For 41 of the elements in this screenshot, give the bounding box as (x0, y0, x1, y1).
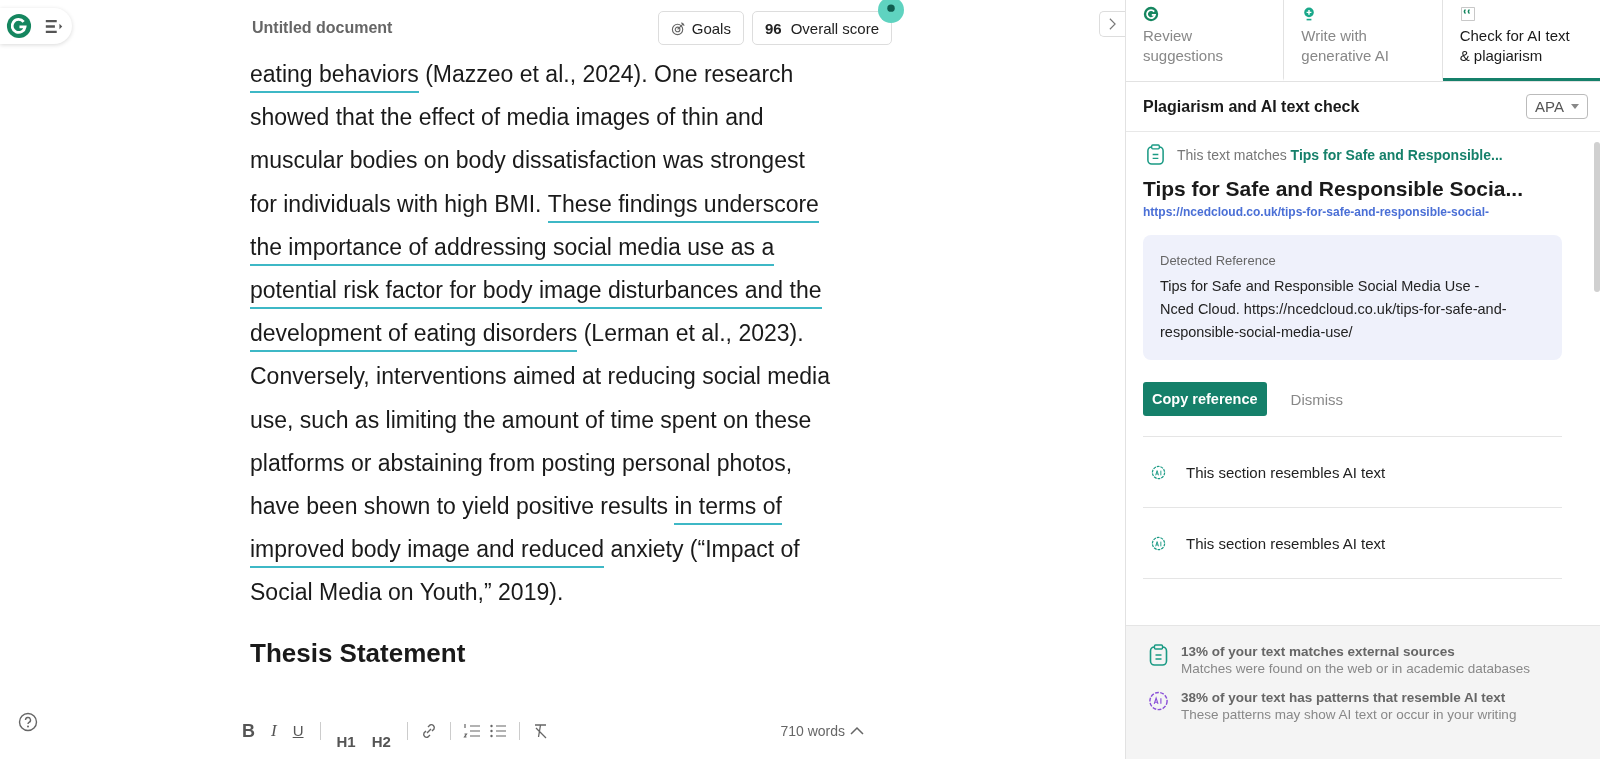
body-paragraph: eating behaviors (Mazzeo et al., 2024). One research showed that the effect of media images of thin and muscular bodies on body dissatisfaction was strongest for individuals with high BMI. These findings underscore the importance of addressing social media use as a potential risk factor for body image disturbances and the development of eating disorders (Lerman et al., 2023). Conversely, interventions aimed at reducing social media use, such as limiting the amount of time spent on these platforms or abstaining from posting personal photos, have been shown to yield positive results in terms of improved body image and reduced anxiety (“Impact of Social Media on Youth,” 2019). (250, 59, 831, 608)
clipboard-icon (1148, 644, 1169, 666)
ai-badge-icon (1151, 464, 1166, 480)
ai-badge-icon (1151, 535, 1166, 551)
source-title: Tips for Safe and Responsible Socia... (1143, 177, 1525, 201)
logo-icon[interactable] (6, 13, 32, 39)
format-button[interactable]: U (288, 719, 308, 743)
dropdown-arrow-icon (1571, 104, 1579, 109)
format-button[interactable]: H2 (367, 730, 395, 754)
ai-section-item[interactable]: This section resembles AI text (1143, 508, 1562, 579)
caret-icon (850, 726, 864, 736)
format-button[interactable]: I (267, 719, 281, 743)
quote-icon (1459, 6, 1476, 22)
format-button[interactable]: B (238, 719, 259, 743)
ai-section-item[interactable]: This section resembles AI text (1143, 437, 1562, 508)
reference-text: Tips for Safe and Responsible Social Media Use - Nced Cloud. https://ncedcloud.co.uk/tips-for-safe-and-responsible-social-media-use/ (1160, 277, 1508, 342)
word-count-button[interactable]: 710 words (774, 722, 870, 740)
logo-icon (1143, 6, 1159, 22)
numbered-list-icon[interactable] (462, 722, 481, 740)
match-summary: This text matches Tips for Safe and Responsible... (1177, 146, 1503, 163)
help-icon[interactable] (18, 712, 38, 732)
clipboard-icon (1146, 144, 1165, 165)
summary-title: 13% of your text matches external sources (1181, 644, 1456, 659)
goals-button[interactable]: Goals (657, 11, 744, 45)
citation-style-dropdown[interactable]: APA (1526, 94, 1588, 119)
summary-detail: These patterns may show AI text or occur in your writing (1181, 707, 1517, 722)
source-link[interactable]: https://ncedcloud.co.uk/tips-for-safe-and-responsible-social- (1143, 205, 1562, 219)
chevron-icon (1108, 17, 1117, 31)
panel-title: Plagiarism and AI text check (1143, 97, 1360, 116)
document-title: Untitled document (252, 19, 393, 37)
overall-score-button[interactable]: 96 Overall score (751, 11, 892, 45)
menu-icon[interactable] (44, 17, 64, 35)
target-icon (670, 20, 686, 36)
summary-detail: Matches were found on the web or in academic databases (1181, 661, 1530, 676)
summary-title: 38% of your text has patterns that resemble AI text (1181, 690, 1507, 705)
format-button[interactable]: H1 (332, 730, 360, 754)
reference-label: Detected Reference (1160, 253, 1277, 268)
copy-reference-button[interactable]: Copy reference (1143, 382, 1267, 416)
section-heading: Thesis Statement (250, 637, 467, 669)
ai-badge-icon (1148, 690, 1169, 712)
dismiss-button[interactable]: Dismiss (1284, 389, 1350, 409)
